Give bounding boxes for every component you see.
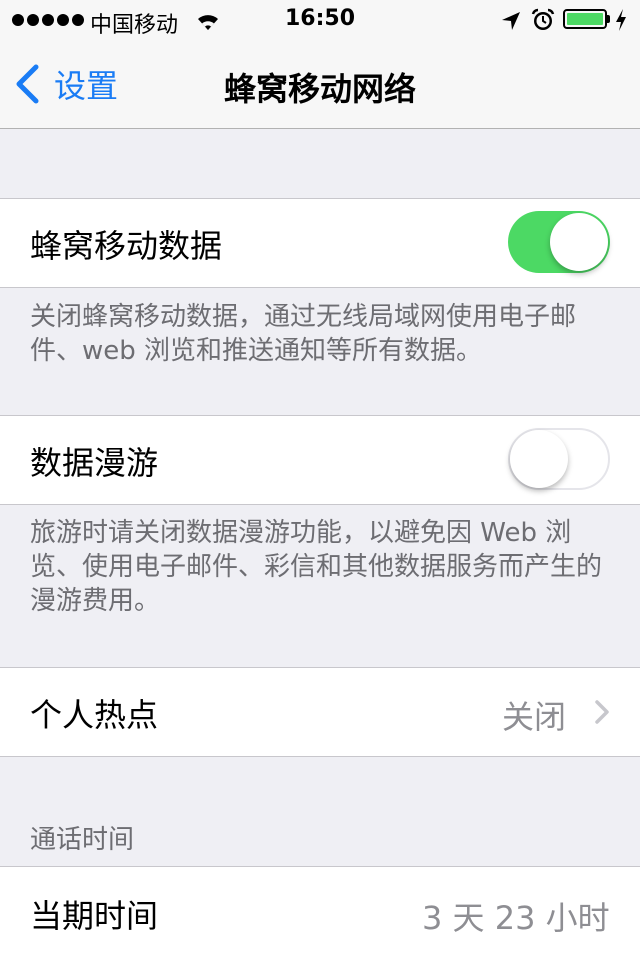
chevron-right-icon <box>595 700 609 724</box>
cellular-data-toggle[interactable] <box>508 211 610 273</box>
cellular-data-label: 蜂窝移动数据 <box>30 227 223 265</box>
data-roaming-label: 数据漫游 <box>30 444 159 482</box>
call-time-section-header: 通话时间 <box>30 825 135 855</box>
battery-nub <box>607 15 610 23</box>
data-roaming-row: 数据漫游 <box>0 415 640 505</box>
current-period-value: 3 天 23 小时 <box>422 899 610 937</box>
battery-level-fill <box>567 13 603 25</box>
cellular-data-footer: 关闭蜂窝移动数据，通过无线局域网使用电子邮件、web 浏览和推送通知等所有数据。 <box>30 302 577 366</box>
battery-icon <box>563 9 607 29</box>
current-period-label: 当期时间 <box>30 897 159 935</box>
current-period-row: 当期时间 3 天 23 小时 <box>0 866 640 961</box>
status-bar: 中国移动 16:50 <box>0 0 640 40</box>
alarm-clock-icon <box>531 8 555 30</box>
location-arrow-icon <box>502 12 520 30</box>
toggle-knob <box>510 430 568 488</box>
personal-hotspot-label: 个人热点 <box>30 696 159 734</box>
page-title: 蜂窝移动网络 <box>223 70 416 108</box>
personal-hotspot-value: 关闭 <box>502 698 567 736</box>
personal-hotspot-row[interactable]: 个人热点 关闭 <box>0 667 640 757</box>
data-roaming-toggle[interactable] <box>508 428 610 490</box>
data-roaming-footer: 旅游时请关闭数据漫游功能，以避免因 Web 浏览、使用电子邮件、彩信和其他数据服… <box>30 518 603 616</box>
cellular-data-row: 蜂窝移动数据 <box>0 198 640 288</box>
navigation-bar: 设置 蜂窝移动网络 <box>0 40 640 129</box>
toggle-knob <box>550 213 608 271</box>
charging-bolt-icon <box>616 9 626 31</box>
